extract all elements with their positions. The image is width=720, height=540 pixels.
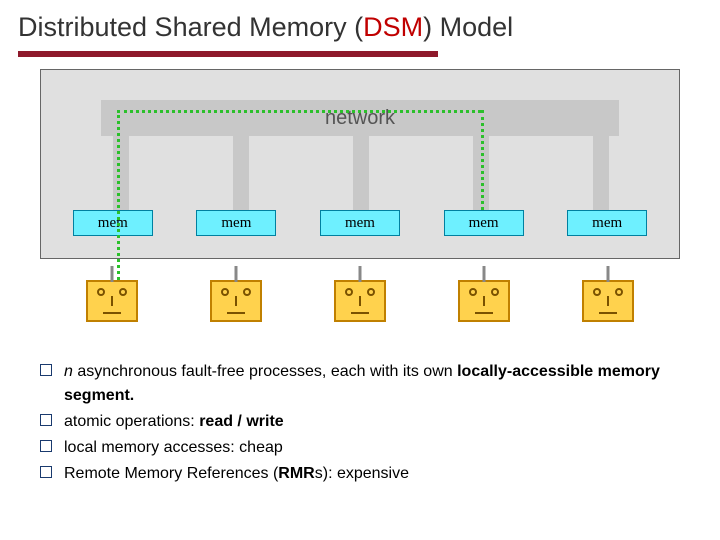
bullet-box-icon: [40, 466, 52, 478]
bullet-text: local memory accesses: cheap: [64, 436, 283, 460]
proc-connector: [483, 266, 486, 282]
process-face-icon: [582, 280, 634, 322]
mem-box: mem: [567, 210, 647, 236]
mem-box: mem: [196, 210, 276, 236]
title-dsm: DSM: [363, 12, 423, 42]
mem-label: mem: [98, 215, 128, 232]
bullet-box-icon: [40, 440, 52, 452]
mem-label: mem: [345, 215, 375, 232]
network-connector: [233, 136, 249, 210]
proc-connector: [359, 266, 362, 282]
list-item: local memory accesses: cheap: [40, 436, 700, 460]
slide-title: Distributed Shared Memory (DSM) Model: [0, 0, 720, 51]
mem-box: mem: [73, 210, 153, 236]
proc-connector: [235, 266, 238, 282]
bullet-text: atomic operations: read / write: [64, 410, 284, 434]
list-item: n asynchronous fault-free processes, eac…: [40, 360, 700, 408]
mem-row: mem mem mem mem mem: [41, 210, 679, 236]
mem-box: mem: [320, 210, 400, 236]
diagram-container: network mem mem mem mem mem: [40, 69, 680, 259]
mem-label: mem: [469, 215, 499, 232]
title-underline: [18, 51, 438, 57]
network-connector: [113, 136, 129, 210]
process-row: [40, 280, 680, 322]
network-bar: network: [101, 100, 619, 136]
title-pre: Distributed Shared Memory (: [18, 12, 363, 42]
network-connector: [593, 136, 609, 210]
process-face-icon: [458, 280, 510, 322]
bullet-box-icon: [40, 364, 52, 376]
network-connector: [473, 136, 489, 210]
proc-connector: [607, 266, 610, 282]
network-label: network: [325, 107, 395, 130]
mem-label: mem: [221, 215, 251, 232]
list-item: atomic operations: read / write: [40, 410, 700, 434]
bullet-text: n asynchronous fault-free processes, eac…: [64, 360, 700, 408]
process-face-icon: [210, 280, 262, 322]
mem-box: mem: [444, 210, 524, 236]
process-face-icon: [86, 280, 138, 322]
network-connector: [353, 136, 369, 210]
bullet-list: n asynchronous fault-free processes, eac…: [40, 360, 700, 488]
list-item: Remote Memory References (RMRs): expensi…: [40, 462, 700, 486]
mem-label: mem: [592, 215, 622, 232]
bullet-text: Remote Memory References (RMRs): expensi…: [64, 462, 409, 486]
proc-connector: [111, 266, 114, 282]
title-post: ) Model: [423, 12, 513, 42]
process-face-icon: [334, 280, 386, 322]
bullet-box-icon: [40, 414, 52, 426]
